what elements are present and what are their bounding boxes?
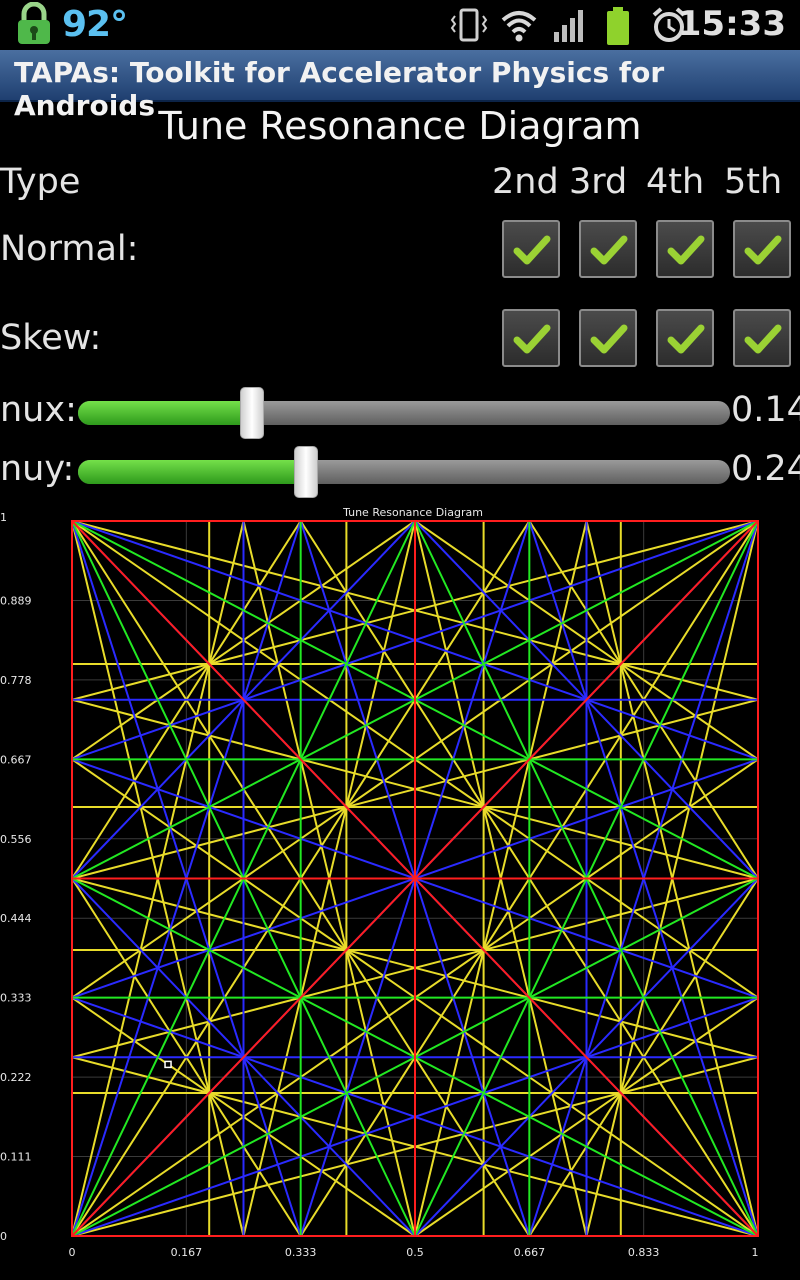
checkmark-icon — [744, 235, 782, 265]
y-tick-label: 0.778 — [0, 674, 32, 687]
nuy-label: nuy: — [0, 449, 75, 489]
skew-5th-checkbox[interactable] — [733, 309, 791, 367]
column-2nd-label: 2nd — [492, 162, 559, 202]
signal-icon — [554, 10, 583, 42]
checkmark-icon — [667, 235, 705, 265]
skew-4th-checkbox[interactable] — [656, 309, 714, 367]
y-tick-label: 0.667 — [0, 753, 32, 766]
nux-label: nux: — [0, 390, 77, 430]
x-tick-label: 0.333 — [285, 1246, 317, 1259]
nuy-slider[interactable] — [78, 446, 730, 498]
normal-4th-checkbox[interactable] — [656, 220, 714, 278]
x-tick-label: 1 — [752, 1246, 759, 1259]
battery-icon — [607, 7, 629, 45]
y-tick-label: 0.556 — [0, 833, 32, 846]
y-tick-label: 0.444 — [0, 912, 32, 925]
x-tick-label: 0.5 — [406, 1246, 424, 1259]
status-bar: 92° 15:33 — [0, 0, 800, 50]
skew-label: Skew: — [0, 318, 102, 358]
vibrate-icon — [450, 8, 488, 42]
lock-icon — [18, 2, 50, 44]
resonance-lines — [72, 521, 758, 1236]
skew-3rd-checkbox[interactable] — [579, 309, 637, 367]
nux-slider-fill — [78, 401, 252, 425]
nux-value: 0.14 — [731, 390, 800, 430]
y-tick-label: 0.222 — [0, 1071, 32, 1084]
nuy-slider-fill — [78, 460, 307, 484]
x-tick-label: 0.667 — [514, 1246, 546, 1259]
x-tick-label: 0 — [69, 1246, 76, 1259]
checkmark-icon — [513, 235, 551, 265]
x-tick-label: 0.833 — [628, 1246, 660, 1259]
nux-slider-thumb[interactable] — [239, 387, 264, 439]
y-tick-label: 0 — [0, 1230, 7, 1243]
y-tick-label: 1 — [0, 511, 7, 524]
column-5th-label: 5th — [724, 162, 783, 202]
checkmark-icon — [667, 324, 705, 354]
checkmark-icon — [513, 324, 551, 354]
y-tick-label: 0.111 — [0, 1151, 32, 1164]
normal-3rd-checkbox[interactable] — [579, 220, 637, 278]
normal-5th-checkbox[interactable] — [733, 220, 791, 278]
clock: 15:33 — [677, 4, 786, 44]
y-tick-label: 0.889 — [0, 594, 32, 607]
normal-2nd-checkbox[interactable] — [502, 220, 560, 278]
wifi-icon — [501, 11, 537, 42]
normal-label: Normal: — [0, 229, 139, 269]
app-title-bar: TAPAs: Toolkit for Accelerator Physics f… — [0, 50, 800, 122]
battery-percent: 92° — [62, 4, 128, 45]
checkmark-icon — [590, 324, 628, 354]
plot-title: Tune Resonance Diagram — [342, 506, 483, 519]
nuy-slider-thumb[interactable] — [294, 446, 319, 498]
nuy-value: 0.24 — [731, 449, 800, 489]
screen-heading: Tune Resonance Diagram — [158, 104, 642, 148]
type-label: Type — [0, 162, 81, 202]
column-3rd-label: 3rd — [569, 162, 628, 202]
operating-point-marker — [164, 1060, 172, 1069]
x-tick-label: 0.167 — [171, 1246, 203, 1259]
y-tick-label: 0.333 — [0, 992, 32, 1005]
skew-2nd-checkbox[interactable] — [502, 309, 560, 367]
nux-slider[interactable] — [78, 387, 730, 439]
tune-resonance-plot[interactable]: Tune Resonance Diagram 1 0.889 0.778 0.667 0.… — [0, 500, 800, 1270]
checkmark-icon — [744, 324, 782, 354]
checkmark-icon — [590, 235, 628, 265]
column-4th-label: 4th — [646, 162, 705, 202]
